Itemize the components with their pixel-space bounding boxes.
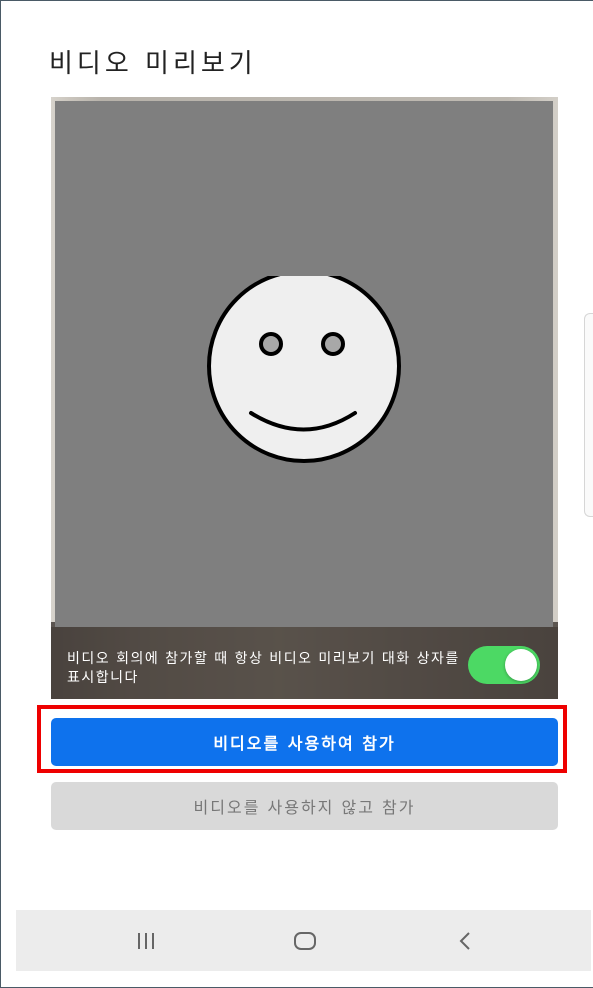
video-preview: 비디오 회의에 참가할 때 항상 비디오 미리보기 대화 상자를 표시합니다 xyxy=(51,97,558,699)
join-with-video-button[interactable]: 비디오를 사용하여 참가 xyxy=(51,718,558,766)
always-show-preview-toggle[interactable] xyxy=(468,646,540,684)
preview-setting-label: 비디오 회의에 참가할 때 항상 비디오 미리보기 대화 상자를 표시합니다 xyxy=(67,651,460,686)
edge-panel-handle[interactable] xyxy=(584,313,593,517)
recent-apps-button[interactable] xyxy=(106,910,186,971)
navigation-bar xyxy=(16,910,591,971)
back-button[interactable] xyxy=(425,910,505,971)
dialog-title: 비디오 미리보기 xyxy=(49,49,257,79)
home-icon xyxy=(294,931,316,950)
toggle-knob xyxy=(505,649,537,681)
screen-frame: 비디오 미리보기 비디오 회의에 참가할 때 항상 비디오 미리보기 대화 상자… xyxy=(0,0,593,988)
recent-apps-icon xyxy=(138,932,154,949)
join-without-video-button[interactable]: 비디오를 사용하지 않고 참가 xyxy=(51,782,558,830)
smiley-face-icon xyxy=(207,276,401,463)
back-icon xyxy=(459,931,470,950)
video-tile xyxy=(55,101,553,627)
home-button[interactable] xyxy=(265,910,345,971)
